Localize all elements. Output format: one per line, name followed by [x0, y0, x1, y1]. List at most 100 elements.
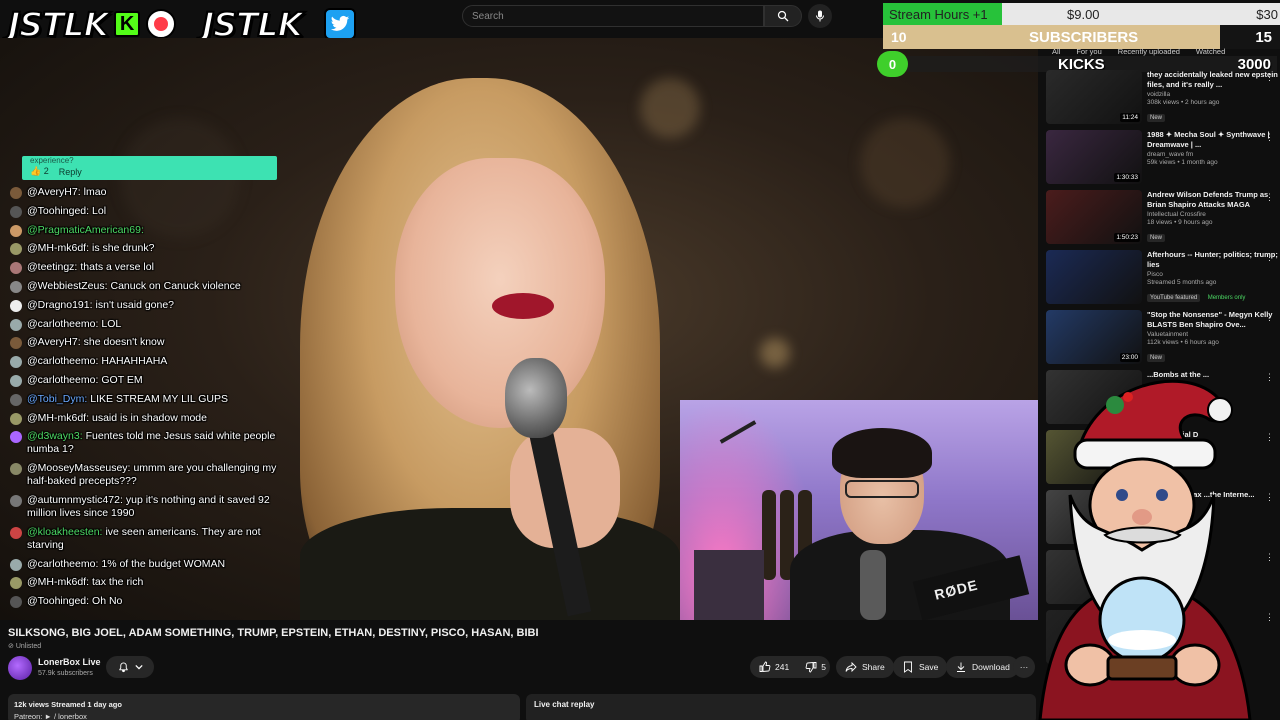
chat-message: @d3wayn3: Fuentes told me Jesus said whit… — [10, 430, 290, 456]
channel-name[interactable]: dream_wave fm — [1147, 151, 1278, 158]
more-options-icon[interactable]: ⋮ — [1265, 192, 1274, 203]
recommended-video[interactable]: 11:24 they accidentally leaked new epstei… — [1046, 70, 1278, 128]
chat-message: @WebbiestZeus: Canuck on Canuck violence — [10, 280, 290, 293]
chip-watched[interactable]: Watched — [1192, 46, 1229, 57]
more-options-icon[interactable]: ⋮ — [1265, 552, 1274, 563]
video-title[interactable]: 1988 ✦ Mecha Soul ✦ Synthwave | Dreamwav… — [1147, 130, 1278, 149]
more-options-icon[interactable]: ⋮ — [1265, 432, 1274, 443]
chat-username[interactable]: @carlotheemo: — [27, 558, 98, 570]
live-chat-replay-panel[interactable]: Live chat replay — [526, 694, 1036, 720]
chat-username[interactable]: @Dragno191: — [27, 299, 93, 311]
chat-avatar — [10, 224, 22, 237]
video-thumbnail[interactable] — [1046, 250, 1142, 304]
video-meta: 59k views • 1 month ago — [1147, 159, 1218, 166]
chat-text: she doesn't know — [83, 336, 165, 349]
description-text: Patreon: ► / lonerbox — [14, 712, 87, 720]
more-options-icon[interactable]: ⋮ — [1265, 132, 1274, 143]
chat-username[interactable]: @Toohinged: — [27, 595, 89, 607]
more-options-icon[interactable]: ⋮ — [1265, 72, 1274, 83]
chat-avatar — [10, 463, 22, 476]
recommended-video[interactable]: 1:30:33 1988 ✦ Mecha Soul ✦ Synthwave | D… — [1046, 130, 1278, 188]
chat-text: thats a verse lol — [80, 261, 154, 274]
download-label: Download — [972, 662, 1010, 672]
more-options-icon[interactable]: ⋮ — [1265, 252, 1274, 263]
video-thumbnail[interactable]: 1:30:33 — [1046, 130, 1142, 184]
chat-message: @Dragno191: isn't usaid gone? — [10, 299, 290, 312]
recommended-video[interactable]: 1:50:23 Andrew Wilson Defends Trump as Br… — [1046, 190, 1278, 248]
chat-text: HAHAHHAHA — [101, 355, 168, 368]
more-options-icon[interactable]: ⋮ — [1265, 492, 1274, 503]
chat-username[interactable]: @carlotheemo: — [27, 374, 98, 386]
save-button[interactable]: Save — [893, 656, 948, 678]
chip-all[interactable]: All — [1048, 46, 1064, 57]
description-box[interactable]: 12k views Streamed 1 day ago Patreon: ► … — [8, 694, 520, 720]
reply-link[interactable]: Reply — [59, 167, 82, 177]
save-label: Save — [919, 662, 939, 672]
more-options-icon[interactable]: ⋮ — [1265, 312, 1274, 323]
video-thumbnail[interactable]: 23:00 — [1046, 310, 1142, 364]
chat-avatar — [10, 494, 22, 507]
chat-username[interactable]: @MH-mk6df: — [27, 242, 89, 254]
recommended-video[interactable]: Afterhours -- Hunter; politics; trump; l… — [1046, 250, 1278, 308]
video-title[interactable]: they accidentally leaked new epstein fil… — [1147, 70, 1278, 89]
guitar — [762, 490, 776, 580]
desk-microphone — [860, 550, 886, 620]
download-button[interactable]: Download — [946, 656, 1019, 678]
recommended-video[interactable]: 23:00 "Stop the Nonsense" - Megyn Kelly B… — [1046, 310, 1278, 368]
video-title[interactable]: Afterhours -- Hunter; politics; trump; l… — [1147, 250, 1278, 269]
chat-username[interactable]: @Tobi_Dym: — [27, 393, 87, 405]
video-title[interactable]: Andrew Wilson Defends Trump as Brian Sha… — [1147, 190, 1278, 209]
video-thumbnail[interactable]: 11:24 — [1046, 70, 1142, 124]
chat-username[interactable]: @carlotheemo: — [27, 318, 98, 330]
chat-username[interactable]: @WebbiestZeus: — [27, 280, 108, 292]
chat-username[interactable]: @autumnmystic472: — [27, 494, 123, 506]
chat-text: 1% of the budget WOMAN — [101, 557, 226, 570]
channel-name[interactable]: LonerBox Live — [38, 657, 101, 667]
chat-username[interactable]: @MH-mk6df: — [27, 576, 89, 588]
video-title[interactable]: "Stop the Nonsense" - Megyn Kelly BLASTS… — [1147, 310, 1278, 329]
dislike-button[interactable]: 5 — [805, 661, 826, 673]
chat-avatar — [10, 280, 22, 293]
video-thumbnail[interactable]: 1:50:23 — [1046, 190, 1142, 244]
chat-username[interactable]: @teetingz: — [27, 261, 77, 273]
chat-username[interactable]: @MooseyMasseusey: — [27, 462, 130, 474]
chat-username[interactable]: @d3wayn3: — [27, 430, 83, 442]
share-button[interactable]: Share — [836, 656, 894, 678]
chat-username[interactable]: @kloakheesten: — [27, 526, 102, 538]
voice-search-button[interactable] — [808, 4, 832, 28]
chat-username[interactable]: @PragmaticAmerican69: — [27, 224, 144, 236]
like-dislike-group: 241 5 — [750, 656, 830, 678]
chat-text: lmao — [83, 186, 107, 198]
chat-avatar — [10, 558, 22, 571]
channel-name[interactable]: Valuetainment — [1147, 331, 1278, 338]
kick-icon: K — [114, 11, 141, 37]
chat-username[interactable]: @Toohinged: — [27, 205, 89, 217]
chat-username[interactable]: @AveryH7: — [27, 186, 81, 198]
chat-avatar — [10, 262, 22, 275]
search-input[interactable]: Search — [462, 5, 764, 27]
chip-for-you[interactable]: For you — [1072, 46, 1105, 57]
views-and-date: 12k views Streamed 1 day ago — [14, 700, 122, 709]
channel-name[interactable]: Intellectual Crossfire — [1147, 211, 1278, 218]
like-count-small[interactable]: 👍 2 — [30, 166, 49, 177]
chip-recently-uploaded[interactable]: Recently uploaded — [1114, 46, 1184, 57]
chat-username[interactable]: @MH-mk6df: — [27, 412, 89, 424]
chat-username[interactable]: @AveryH7: — [27, 336, 81, 348]
notification-bell-button[interactable] — [106, 656, 154, 678]
channel-name[interactable]: Pisco — [1147, 271, 1278, 278]
more-options-icon[interactable]: ⋮ — [1265, 612, 1274, 623]
bookmark-icon — [904, 661, 912, 673]
highlighted-comment-text: experience? — [30, 156, 74, 165]
channel-avatar[interactable] — [8, 656, 32, 680]
search-button[interactable] — [764, 5, 802, 27]
chevron-down-icon — [134, 664, 143, 670]
mic-brand-label: RØDE — [932, 576, 980, 603]
amplifier — [694, 550, 764, 620]
chat-text: usaid is in shadow mode — [92, 411, 207, 424]
thumbs-up-icon — [759, 661, 771, 672]
chat-username[interactable]: @carlotheemo: — [27, 355, 98, 367]
channel-name[interactable]: voidzilla — [1147, 91, 1278, 98]
more-options-icon[interactable]: ⋮ — [1265, 372, 1274, 383]
video-badge: New — [1147, 114, 1166, 122]
like-button[interactable]: 241 — [759, 661, 789, 673]
